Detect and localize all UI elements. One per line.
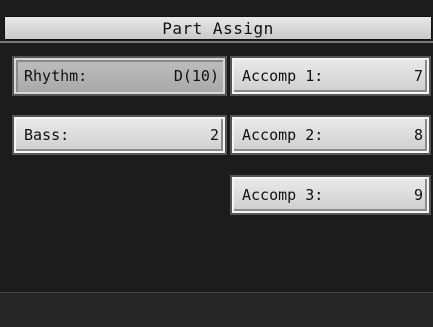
accomp-1-value: 7 <box>413 67 423 85</box>
divider <box>0 41 433 43</box>
rhythm-value: D(10) <box>173 67 219 85</box>
accomp-3-part-button[interactable]: Accomp 3: 9 <box>230 175 431 215</box>
title-bar: Part Assign <box>0 0 433 42</box>
accomp-2-part-button[interactable]: Accomp 2: 8 <box>230 115 431 155</box>
rhythm-label: Rhythm: <box>24 67 88 85</box>
accomp-1-part-button[interactable]: Accomp 1: 7 <box>230 56 431 96</box>
page-title: Part Assign <box>4 16 432 40</box>
footer-bar <box>0 293 433 327</box>
accomp-3-value: 9 <box>413 186 423 204</box>
bass-value: 2 <box>209 126 219 144</box>
accomp-2-label: Accomp 2: <box>242 126 324 144</box>
rhythm-part-button[interactable]: Rhythm: D(10) <box>12 56 227 96</box>
accomp-2-value: 8 <box>413 126 423 144</box>
bass-part-button[interactable]: Bass: 2 <box>12 115 227 155</box>
accomp-1-label: Accomp 1: <box>242 67 324 85</box>
accomp-3-label: Accomp 3: <box>242 186 324 204</box>
part-assign-screen: Part Assign Rhythm: D(10) Accomp 1: 7 Ba… <box>0 0 433 327</box>
bass-label: Bass: <box>24 126 70 144</box>
